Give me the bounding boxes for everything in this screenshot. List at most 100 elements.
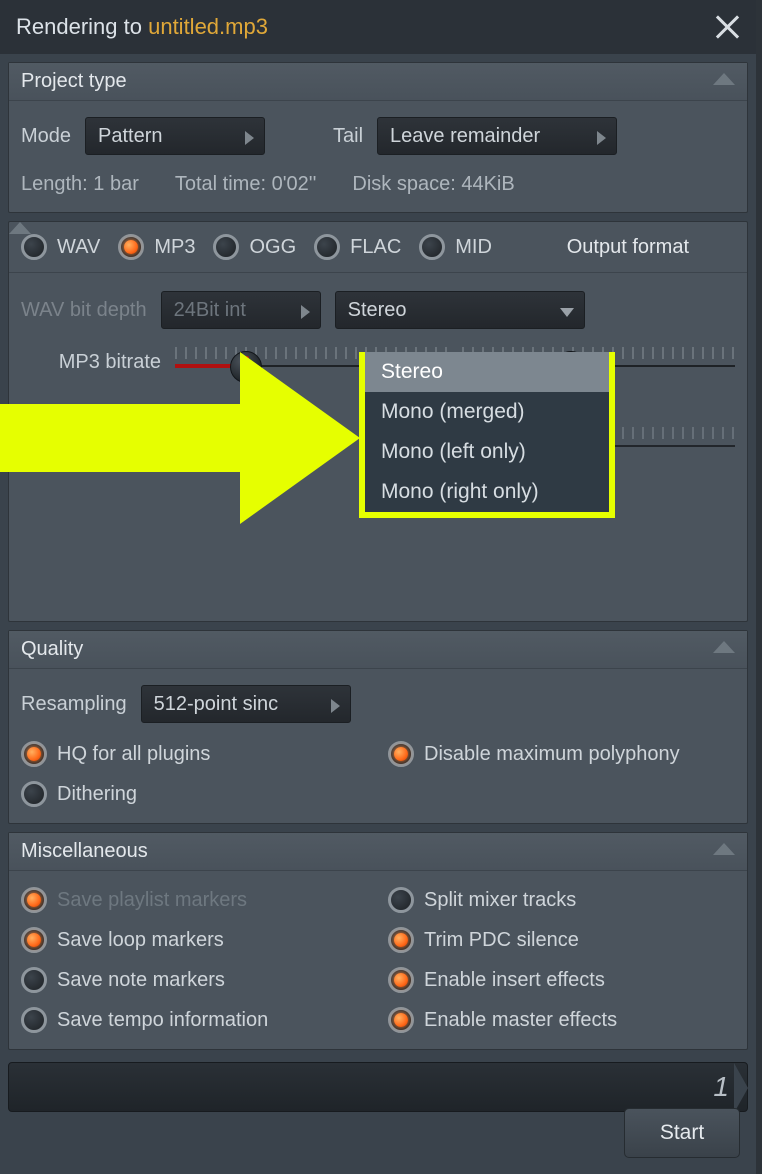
format-mid-label: MID — [455, 236, 492, 259]
chevron-up-icon — [713, 73, 735, 87]
radio-icon — [21, 927, 47, 953]
radio-icon — [388, 1007, 414, 1033]
title-prefix: Rendering to — [16, 14, 148, 39]
arrow-right-icon — [245, 131, 254, 145]
disk-space-info: Disk space: 44KiB — [352, 173, 514, 196]
resampling-dropdown[interactable]: 512-point sinc — [141, 685, 351, 723]
panel-quality: Quality Resampling 512-point sinc HQ for… — [8, 630, 748, 824]
split-mixer-tracks-label: Split mixer tracks — [424, 889, 576, 912]
format-mp3-label: MP3 — [154, 236, 195, 259]
wav-depth-label: WAV bit depth — [21, 299, 147, 322]
arrow-right-icon — [331, 699, 340, 713]
output-format-title: Output format — [567, 236, 689, 259]
chevron-up-icon — [713, 641, 735, 655]
start-button[interactable]: Start — [624, 1108, 740, 1158]
format-ogg-label: OGG — [249, 236, 296, 259]
format-ogg[interactable]: OGG — [213, 234, 296, 260]
slider-fill — [175, 364, 235, 368]
enable-master-effects-toggle[interactable]: Enable master effects — [388, 1007, 735, 1033]
panel-header-project-type[interactable]: Project type — [9, 63, 747, 101]
radio-icon — [21, 967, 47, 993]
hq-label: HQ for all plugins — [57, 743, 210, 766]
radio-icon — [388, 967, 414, 993]
radio-icon — [21, 1007, 47, 1033]
resampling-label: Resampling — [21, 693, 127, 716]
enable-master-effects-label: Enable master effects — [424, 1009, 617, 1032]
progress-bar: 1 — [8, 1062, 748, 1112]
panel-header-misc[interactable]: Miscellaneous — [9, 833, 747, 871]
radio-icon — [118, 234, 144, 260]
channels-value: Stereo — [348, 299, 407, 322]
tail-label: Tail — [333, 125, 363, 148]
enable-insert-effects-label: Enable insert effects — [424, 969, 605, 992]
dithering-toggle[interactable]: Dithering — [21, 781, 368, 807]
total-time-info: Total time: 0'02'' — [175, 173, 317, 196]
hq-plugins-toggle[interactable]: HQ for all plugins — [21, 741, 368, 767]
split-mixer-tracks-toggle[interactable]: Split mixer tracks — [388, 887, 735, 913]
panel-project-type: Project type Mode Pattern Tail Leave rem… — [8, 62, 748, 213]
titlebar: Rendering to untitled.mp3 — [0, 0, 756, 54]
channels-option-mono-merged[interactable]: Mono (merged) — [365, 392, 609, 432]
arrow-head-icon — [240, 352, 360, 524]
format-mp3[interactable]: MP3 — [118, 234, 195, 260]
window-title: Rendering to untitled.mp3 — [16, 14, 268, 40]
project-type-header-label: Project type — [21, 70, 127, 93]
enable-insert-effects-toggle[interactable]: Enable insert effects — [388, 967, 735, 993]
arrow-body — [0, 404, 240, 472]
arrow-down-icon — [560, 308, 574, 317]
format-flac-label: FLAC — [350, 236, 401, 259]
mode-label: Mode — [21, 125, 71, 148]
radio-icon — [314, 234, 340, 260]
quality-header-label: Quality — [21, 638, 83, 661]
channels-dropdown-menu: Stereo Mono (merged) Mono (left only) Mo… — [359, 352, 615, 518]
mode-dropdown[interactable]: Pattern — [85, 117, 265, 155]
save-tempo-info-toggle[interactable]: Save tempo information — [21, 1007, 368, 1033]
start-button-label: Start — [660, 1121, 704, 1145]
radio-icon — [213, 234, 239, 260]
dithering-label: Dithering — [57, 783, 137, 806]
tail-dropdown[interactable]: Leave remainder — [377, 117, 617, 155]
disable-poly-label: Disable maximum polyphony — [424, 743, 680, 766]
channels-option-mono-left[interactable]: Mono (left only) — [365, 432, 609, 472]
format-wav-label: WAV — [57, 236, 100, 259]
radio-icon — [21, 887, 47, 913]
channels-option-stereo[interactable]: Stereo — [365, 352, 609, 392]
format-mid[interactable]: MID — [419, 234, 492, 260]
close-icon[interactable] — [714, 14, 740, 40]
resampling-value: 512-point sinc — [154, 693, 279, 716]
save-loop-markers-toggle[interactable]: Save loop markers — [21, 927, 368, 953]
tail-value: Leave remainder — [390, 125, 540, 148]
arrow-right-icon — [301, 305, 310, 319]
arrow-right-icon — [597, 131, 606, 145]
disable-polyphony-toggle[interactable]: Disable maximum polyphony — [388, 741, 735, 767]
radio-icon — [419, 234, 445, 260]
panel-miscellaneous: Miscellaneous Save playlist markers Spli… — [8, 832, 748, 1050]
wav-depth-dropdown: 24Bit int — [161, 291, 321, 329]
radio-icon — [388, 741, 414, 767]
format-wav[interactable]: WAV — [21, 234, 100, 260]
radio-icon — [388, 887, 414, 913]
save-tempo-info-label: Save tempo information — [57, 1009, 268, 1032]
channels-dropdown[interactable]: Stereo — [335, 291, 585, 329]
misc-header-label: Miscellaneous — [21, 840, 148, 863]
format-flac[interactable]: FLAC — [314, 234, 401, 260]
save-note-markers-label: Save note markers — [57, 969, 225, 992]
radio-icon — [21, 234, 47, 260]
panel-header-quality[interactable]: Quality — [9, 631, 747, 669]
radio-icon — [388, 927, 414, 953]
title-filename: untitled.mp3 — [148, 14, 268, 39]
channels-option-mono-right[interactable]: Mono (right only) — [365, 472, 609, 512]
progress-value: 1 — [713, 1071, 729, 1103]
save-note-markers-toggle[interactable]: Save note markers — [21, 967, 368, 993]
chevron-up-icon — [713, 240, 735, 254]
mode-value: Pattern — [98, 125, 162, 148]
trim-pdc-silence-toggle[interactable]: Trim PDC silence — [388, 927, 735, 953]
save-playlist-markers-label: Save playlist markers — [57, 889, 247, 912]
chevron-up-icon — [713, 843, 735, 857]
radio-icon — [21, 741, 47, 767]
radio-icon — [21, 781, 47, 807]
save-playlist-markers-toggle[interactable]: Save playlist markers — [21, 887, 368, 913]
wav-depth-value: 24Bit int — [174, 299, 246, 322]
length-info: Length: 1 bar — [21, 173, 139, 196]
trim-pdc-silence-label: Trim PDC silence — [424, 929, 579, 952]
